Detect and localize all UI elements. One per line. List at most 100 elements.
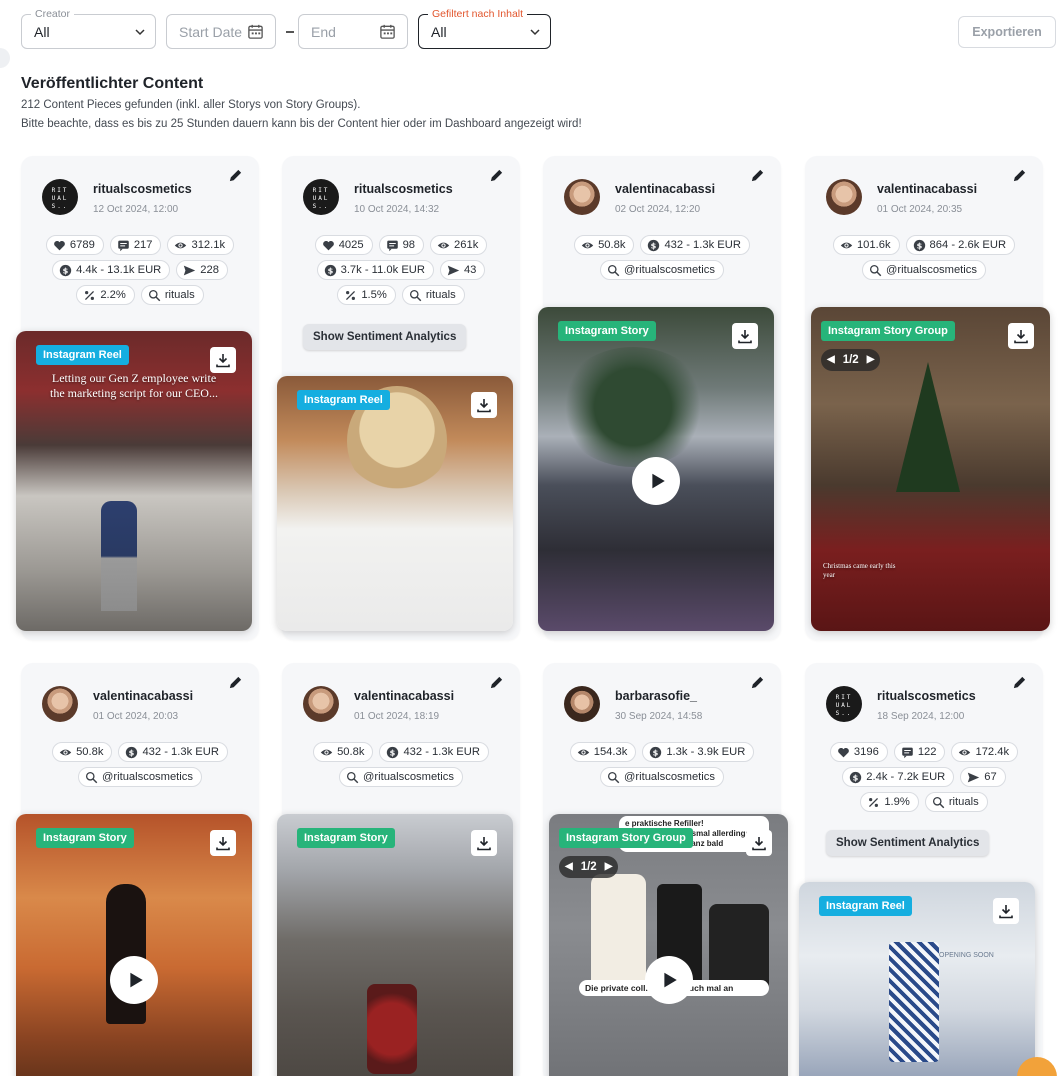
tag-value: @ritualscosmetics (102, 771, 193, 783)
views-value: 50.8k (598, 239, 626, 251)
search-icon (148, 289, 161, 301)
username[interactable]: valentinacabassi (354, 689, 454, 703)
stats-chips: 50.8k $432 - 1.3k EUR @ritualscosmetics (543, 235, 781, 280)
preview-figure (591, 874, 646, 994)
svg-text:$: $ (651, 240, 657, 250)
play-button[interactable] (644, 956, 693, 1004)
chevron-right-icon[interactable]: ▶ (867, 349, 875, 371)
shares-chip: 43 (439, 260, 486, 280)
comments-chip: 217 (109, 235, 162, 255)
value-chip: $2.4k - 7.2k EUR (842, 767, 955, 787)
views-value: 50.8k (76, 746, 104, 758)
username[interactable]: valentinacabassi (93, 689, 193, 703)
calendar-icon[interactable] (247, 23, 264, 40)
value-chip: $1.3k - 3.9k EUR (642, 742, 755, 762)
story-pager[interactable]: ◀ 1/2 ▶ (821, 349, 881, 371)
share-icon (447, 265, 460, 275)
views-chip: 172.4k (951, 742, 1019, 762)
preview-figure (896, 362, 960, 492)
stats-chips: 154.3k $1.3k - 3.9k EUR @ritualscosmetic… (543, 742, 781, 787)
username[interactable]: barbarasofie_ (615, 689, 697, 703)
content-filter-select[interactable]: Gefiltert nach Inhalt All (418, 7, 551, 49)
download-button[interactable] (471, 392, 497, 418)
type-badge: Instagram Reel (36, 345, 129, 365)
chevron-down-icon (135, 29, 145, 36)
play-button[interactable] (632, 457, 680, 505)
export-button[interactable]: Exportieren (958, 16, 1056, 48)
media-preview[interactable]: Christmas came early this year Instagram… (811, 307, 1050, 631)
download-button[interactable] (732, 323, 758, 349)
date-range-separator (286, 31, 294, 33)
value-chip: $432 - 1.3k EUR (640, 235, 750, 255)
pencil-icon[interactable] (1012, 675, 1027, 690)
media-preview[interactable]: Instagram Reel (277, 376, 513, 631)
svg-text:$: $ (653, 747, 659, 757)
value-chip: $4.4k - 13.1k EUR (52, 260, 171, 280)
chevron-right-icon[interactable]: ▶ (605, 856, 613, 878)
pencil-icon[interactable] (489, 168, 504, 183)
download-button[interactable] (471, 830, 497, 856)
content-card: RIT UAL S.. ritualscosmetics 12 Oct 2024, … (16, 156, 259, 640)
search-icon (870, 264, 882, 276)
post-date: 12 Oct 2024, 12:00 (93, 204, 179, 215)
download-button[interactable] (210, 347, 236, 373)
media-preview[interactable]: e praktische Refiller! Nachfüllpackung s… (549, 814, 788, 1076)
download-button[interactable] (1008, 323, 1034, 349)
rate-chip: 1.9% (860, 792, 919, 812)
download-button[interactable] (746, 830, 772, 856)
tag-chip: @ritualscosmetics (862, 260, 986, 280)
views-chip: 261k (430, 235, 488, 255)
pencil-icon[interactable] (228, 675, 243, 690)
download-button[interactable] (993, 898, 1019, 924)
pencil-icon[interactable] (489, 675, 504, 690)
avatar (42, 686, 78, 722)
page-indicator: 1/2 (842, 354, 859, 366)
chevron-down-icon (530, 29, 540, 36)
end-date-input[interactable]: End (298, 14, 408, 49)
sentiment-analytics-button[interactable]: Show Sentiment Analytics (303, 324, 467, 350)
chevron-left-icon[interactable]: ◀ (827, 349, 835, 371)
percent-icon (346, 290, 356, 300)
pencil-icon[interactable] (228, 168, 243, 183)
story-pager[interactable]: ◀ 1/2 ▶ (559, 856, 619, 878)
likes-value: 4025 (338, 239, 364, 251)
rate-chip: 2.2% (76, 285, 135, 305)
media-preview[interactable]: OPENING SOON Instagram Reel (799, 882, 1035, 1076)
pencil-icon[interactable] (1012, 168, 1027, 183)
username[interactable]: ritualscosmetics (93, 182, 192, 196)
play-icon (129, 972, 143, 988)
heart-icon (838, 747, 849, 757)
comment-icon (118, 240, 129, 251)
post-date: 10 Oct 2024, 14:32 (354, 204, 440, 215)
views-value: 172.4k (975, 746, 1010, 758)
pencil-icon[interactable] (750, 675, 765, 690)
media-preview[interactable]: Instagram Story (538, 307, 774, 631)
comment-icon (902, 747, 913, 758)
avatar: RIT UAL S.. (42, 179, 78, 215)
eye-icon (437, 242, 450, 248)
media-preview[interactable]: Instagram Story (277, 814, 513, 1076)
shares-chip: 228 (176, 260, 228, 280)
calendar-icon[interactable] (379, 23, 396, 40)
sentiment-analytics-button[interactable]: Show Sentiment Analytics (826, 830, 990, 856)
overlay-text: Christmas came early this year (823, 562, 896, 579)
media-preview[interactable]: Instagram Story (16, 814, 252, 1076)
post-date: 18 Sep 2024, 12:00 (877, 711, 965, 722)
search-icon (608, 264, 620, 276)
download-button[interactable] (210, 830, 236, 856)
dollar-icon: $ (324, 264, 336, 276)
username[interactable]: valentinacabassi (877, 182, 977, 196)
tag-value: @ritualscosmetics (363, 771, 454, 783)
username[interactable]: ritualscosmetics (354, 182, 453, 196)
media-preview[interactable]: Letting our Gen Z employee write the mar… (16, 331, 252, 631)
tag-value: @ritualscosmetics (624, 264, 715, 276)
pencil-icon[interactable] (750, 168, 765, 183)
username[interactable]: valentinacabassi (615, 182, 715, 196)
avatar (303, 686, 339, 722)
username[interactable]: ritualscosmetics (877, 689, 976, 703)
play-button[interactable] (110, 956, 158, 1004)
start-date-input[interactable]: Start Date (166, 14, 276, 49)
creator-select[interactable]: Creator All (21, 7, 156, 49)
chevron-left-icon[interactable]: ◀ (565, 856, 573, 878)
sidebar-toggle[interactable] (0, 48, 10, 68)
